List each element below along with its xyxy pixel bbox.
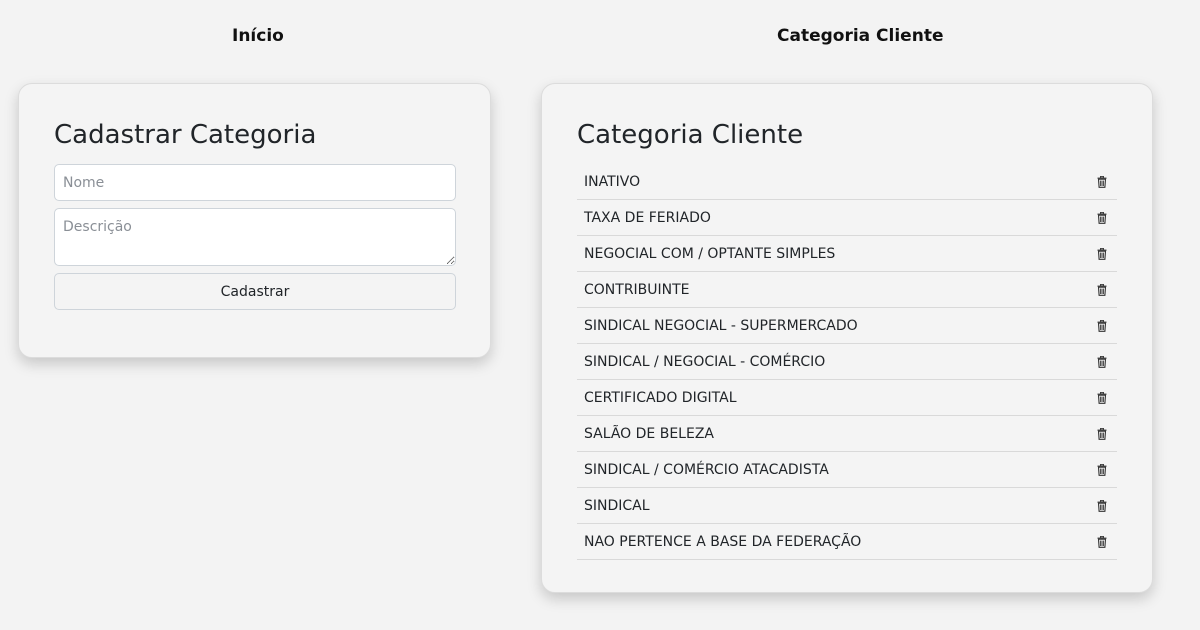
list-item: SINDICAL NEGOCIAL - SUPERMERCADO [577,308,1117,344]
category-label: SINDICAL NEGOCIAL - SUPERMERCADO [584,317,858,334]
trash-icon[interactable] [1094,318,1110,334]
trash-icon[interactable] [1094,462,1110,478]
register-category-card: Cadastrar Categoria Cadastrar [18,83,491,358]
list-item: INATIVO [577,164,1117,200]
category-label: NEGOCIAL COM / OPTANTE SIMPLES [584,245,836,262]
trash-icon[interactable] [1094,354,1110,370]
trash-icon[interactable] [1094,282,1110,298]
list-item: NEGOCIAL COM / OPTANTE SIMPLES [577,236,1117,272]
list-item: SINDICAL [577,488,1117,524]
category-label: SINDICAL [584,497,650,514]
list-item: TAXA DE FERIADO [577,200,1117,236]
category-label: SINDICAL / COMÉRCIO ATACADISTA [584,461,829,478]
list-item: CERTIFICADO DIGITAL [577,380,1117,416]
list-item: SALÃO DE BELEZA [577,416,1117,452]
register-button[interactable]: Cadastrar [54,273,456,310]
form-title: Cadastrar Categoria [54,120,317,150]
category-label: INATIVO [584,173,641,190]
trash-icon[interactable] [1094,498,1110,514]
list-item: CONTRIBUINTE [577,272,1117,308]
category-label: SINDICAL / NEGOCIAL - COMÉRCIO [584,353,826,370]
list-item: SINDICAL / COMÉRCIO ATACADISTA [577,452,1117,488]
category-label: NAO PERTENCE A BASE DA FEDERAÇÃO [584,533,862,550]
trash-icon[interactable] [1094,426,1110,442]
list-item: NAO PERTENCE A BASE DA FEDERAÇÃO [577,524,1117,560]
nav-link-categoria-cliente[interactable]: Categoria Cliente [777,26,943,46]
trash-icon[interactable] [1094,210,1110,226]
category-label: TAXA DE FERIADO [584,209,711,226]
category-list-card: Categoria Cliente INATIVO TAXA DE FERIADO… [541,83,1153,593]
trash-icon[interactable] [1094,390,1110,406]
list-title: Categoria Cliente [577,120,804,150]
list-item: SINDICAL / NEGOCIAL - COMÉRCIO [577,344,1117,380]
trash-icon[interactable] [1094,534,1110,550]
trash-icon[interactable] [1094,174,1110,190]
category-label: SALÃO DE BELEZA [584,425,714,442]
trash-icon[interactable] [1094,246,1110,262]
category-label: CERTIFICADO DIGITAL [584,389,737,406]
category-label: CONTRIBUINTE [584,281,690,298]
description-textarea[interactable] [54,208,456,266]
category-list: INATIVO TAXA DE FERIADO NEGOCIAL COM / OPT… [577,164,1117,560]
name-input[interactable] [54,164,456,201]
nav-link-inicio[interactable]: Início [232,26,284,46]
